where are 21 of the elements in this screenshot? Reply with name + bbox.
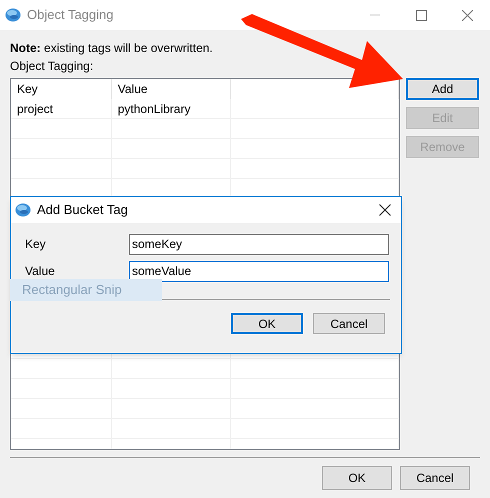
table-label: Object Tagging: <box>10 58 94 74</box>
dialog-button[interactable]: OK <box>231 313 303 334</box>
cloud-icon <box>15 202 31 218</box>
dialog-button[interactable]: Cancel <box>400 466 470 490</box>
dialog-button[interactable]: OK <box>322 466 392 490</box>
dialog-button[interactable]: Cancel <box>313 313 385 334</box>
dialog-title: Add Bucket Tag <box>37 201 128 220</box>
side-button[interactable]: Add <box>406 78 479 100</box>
window-title: Object Tagging <box>27 6 114 24</box>
snip-overlay: Rectangular Snip <box>10 279 162 301</box>
cloud-icon <box>5 7 21 23</box>
input-field[interactable]: someKey <box>129 234 389 254</box>
table-cell: project <box>17 102 54 116</box>
field-label: Key <box>25 236 47 253</box>
field-label: Value <box>25 263 56 280</box>
input-field[interactable]: someValue <box>129 260 389 282</box>
column-header[interactable]: Value <box>118 82 148 96</box>
column-header[interactable]: Key <box>17 82 38 96</box>
close-icon[interactable] <box>379 204 391 216</box>
note-text: Note: existing tags will be overwritten. <box>10 40 214 56</box>
table-cell: pythonLibrary <box>118 102 190 116</box>
